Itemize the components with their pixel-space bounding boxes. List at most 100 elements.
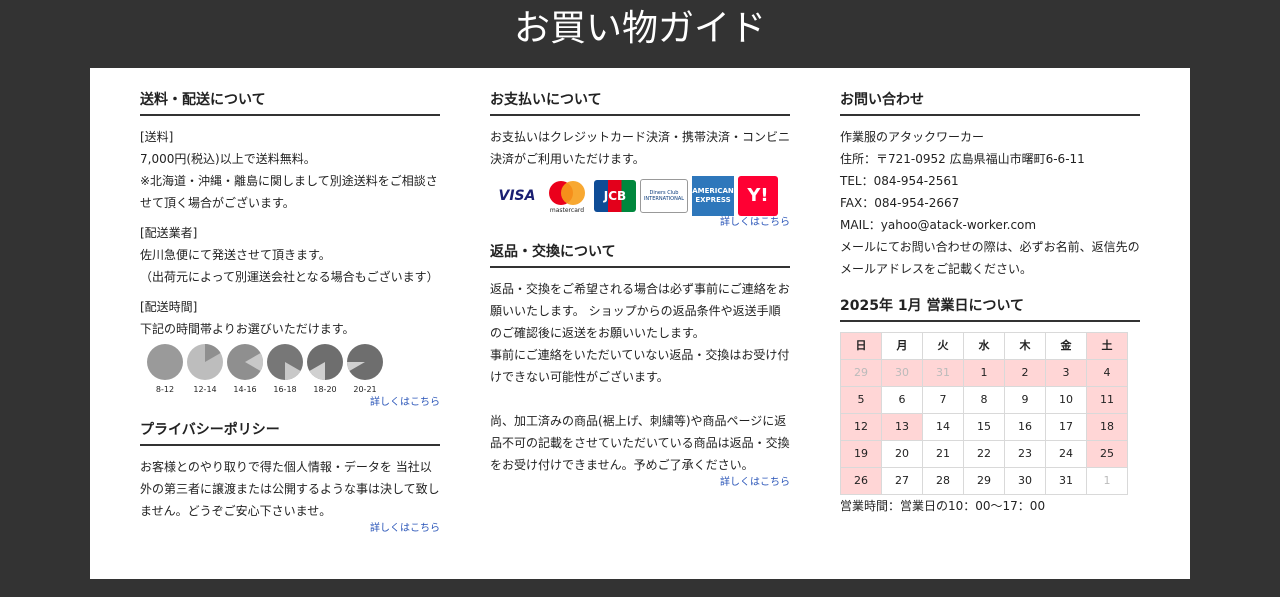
calendar-day: 31 [922, 359, 964, 387]
amex-logo: AMERICAN EXPRESS [692, 176, 734, 216]
fee-note: ※北海道・沖縄・離島に関しまして別途送料をご相談さ [140, 174, 438, 188]
calendar-day: 29 [963, 467, 1005, 495]
payment-column: お支払いについて お支払いはクレジットカード決済・携帯決済・コンビニ 決済がご利… [490, 90, 790, 490]
privacy-line2: 外の第三者に譲渡または公開するような事は決して致し [140, 482, 440, 496]
weekday-sun: 日 [840, 332, 882, 360]
payment-heading: お支払いについて [490, 90, 790, 116]
contact-heading: お問い合わせ [840, 90, 1140, 116]
card-logos: VISA mastercard JCB Diners Club INTERNAT… [494, 176, 790, 216]
clock-icon [147, 344, 183, 380]
calendar-day: 22 [963, 440, 1005, 468]
weekday-fri: 金 [1045, 332, 1087, 360]
calendar-day: 14 [922, 413, 964, 441]
carrier-note: （出荷元によって別運送会社となる場合もございます） [140, 270, 439, 284]
slot-20-21: 20-21 [345, 344, 385, 396]
carrier-label: [配送業者] [140, 226, 198, 240]
shipping-column: 送料・配送について [送料] 7,000円(税込)以上で送料無料。 ※北海道・沖… [140, 90, 440, 536]
calendar-day: 4 [1086, 359, 1128, 387]
company-name: 作業服のアタックワーカー [840, 130, 985, 144]
privacy-line3: ません。どうぞご安心下さいませ。 [140, 504, 332, 518]
calendar-day: 11 [1086, 386, 1128, 414]
payment-more-link[interactable]: 詳しくはこちら [490, 216, 790, 230]
calendar-day: 7 [922, 386, 964, 414]
calendar-day: 6 [881, 386, 923, 414]
weekday-thu: 木 [1004, 332, 1046, 360]
fax: FAX：084-954-2667 [840, 196, 960, 210]
time-text: 下記の時間帯よりお選びいただけます。 [140, 322, 355, 336]
calendar-day: 26 [840, 467, 882, 495]
shipping-heading: 送料・配送について [140, 90, 440, 116]
returns-line3: のご確認後に返送をお願いいたします。 [490, 326, 705, 340]
calendar-day: 18 [1086, 413, 1128, 441]
address: 住所：〒721-0952 広島県福山市曙町6-6-11 [840, 152, 1085, 166]
mail: MAIL：yahoo@atack-worker.com [840, 218, 1037, 232]
calendar-heading: 2025年 1月 営業日について [840, 296, 1140, 322]
calendar-day: 8 [963, 386, 1005, 414]
calendar-day: 3 [1045, 359, 1087, 387]
returns-line5: けできない可能性がございます。 [490, 370, 669, 384]
clock-icon [227, 344, 263, 380]
diners-logo: Diners Club INTERNATIONAL [640, 179, 688, 213]
contact-note2: メールアドレスをご記載ください。 [840, 262, 1033, 276]
visa-logo: VISA [498, 188, 536, 204]
calendar-day: 25 [1086, 440, 1128, 468]
privacy-more-link[interactable]: 詳しくはこちら [140, 522, 440, 536]
delivery-time-slots: 8-12 12-14 14-16 16-18 18-20 20-21 [145, 344, 440, 396]
calendar-day: 27 [881, 467, 923, 495]
slot-8-12: 8-12 [145, 344, 185, 396]
calendar-day: 20 [881, 440, 923, 468]
mastercard-logo: mastercard [544, 177, 590, 215]
payment-line2: 決済がご利用いただけます。 [490, 152, 645, 166]
yahoo-pay-logo: Y! [738, 176, 778, 216]
returns-line2: 願いいたします。 ショップからの返品条件や返送手順 [490, 304, 781, 318]
calendar-day: 28 [922, 467, 964, 495]
returns-heading: 返品・交換について [490, 242, 790, 268]
business-calendar: 日 月 火 水 木 金 土 29 30 31 1 2 3 4 5 6 7 8 9… [840, 332, 1128, 495]
calendar-day: 2 [1004, 359, 1046, 387]
clock-icon [347, 344, 383, 380]
returns-line8: をお受け付けできません。予めご了承ください。 [490, 458, 754, 472]
business-hours: 営業時間：営業日の10：00〜17：00 [840, 499, 1046, 513]
returns-line6: 尚、加工済みの商品(裾上げ、刺繍等)や商品ページに返 [490, 414, 787, 428]
tel: TEL：084-954-2561 [840, 174, 959, 188]
guide-panel: 送料・配送について [送料] 7,000円(税込)以上で送料無料。 ※北海道・沖… [90, 68, 1190, 579]
jcb-logo: JCB [594, 180, 636, 212]
calendar-day: 5 [840, 386, 882, 414]
calendar-day: 19 [840, 440, 882, 468]
calendar-day: 24 [1045, 440, 1087, 468]
returns-more-link[interactable]: 詳しくはこちら [490, 476, 790, 490]
fee-label: [送料] [140, 130, 174, 144]
carrier-text: 佐川急便にて発送させて頂きます。 [140, 248, 331, 262]
calendar-day: 23 [1004, 440, 1046, 468]
fee-note-cont: せて頂く場合がございます。 [140, 196, 295, 210]
weekday-sat: 土 [1086, 332, 1128, 360]
weekday-mon: 月 [881, 332, 923, 360]
calendar-day: 21 [922, 440, 964, 468]
slot-18-20: 18-20 [305, 344, 345, 396]
slot-14-16: 14-16 [225, 344, 265, 396]
calendar-day: 29 [840, 359, 882, 387]
time-label: [配送時間] [140, 300, 198, 314]
privacy-line1: お客様とのやり取りで得た個人情報・データを 当社以 [140, 460, 432, 474]
returns-line7: 品不可の記載をさせていただいている商品は返品・交換 [490, 436, 790, 450]
contact-note1: メールにてお問い合わせの際は、必ずお名前、返信先の [840, 240, 1140, 254]
shipping-more-link[interactable]: 詳しくはこちら [140, 396, 440, 410]
payment-line1: お支払いはクレジットカード決済・携帯決済・コンビニ [490, 130, 791, 144]
calendar-day: 12 [840, 413, 882, 441]
calendar-day: 30 [881, 359, 923, 387]
privacy-heading: プライバシーポリシー [140, 420, 440, 446]
slot-12-14: 12-14 [185, 344, 225, 396]
calendar-day: 31 [1045, 467, 1087, 495]
calendar-day: 1 [963, 359, 1005, 387]
weekday-tue: 火 [922, 332, 964, 360]
returns-line4: 事前にご連絡をいただいていない返品・交換はお受け付 [490, 348, 790, 362]
calendar-day: 15 [963, 413, 1005, 441]
clock-icon [267, 344, 303, 380]
calendar-day: 16 [1004, 413, 1046, 441]
weekday-wed: 水 [963, 332, 1005, 360]
clock-icon [187, 344, 223, 380]
returns-spacer [490, 388, 790, 410]
calendar-day: 9 [1004, 386, 1046, 414]
calendar-day: 17 [1045, 413, 1087, 441]
page-title: お買い物ガイド [513, 8, 766, 49]
